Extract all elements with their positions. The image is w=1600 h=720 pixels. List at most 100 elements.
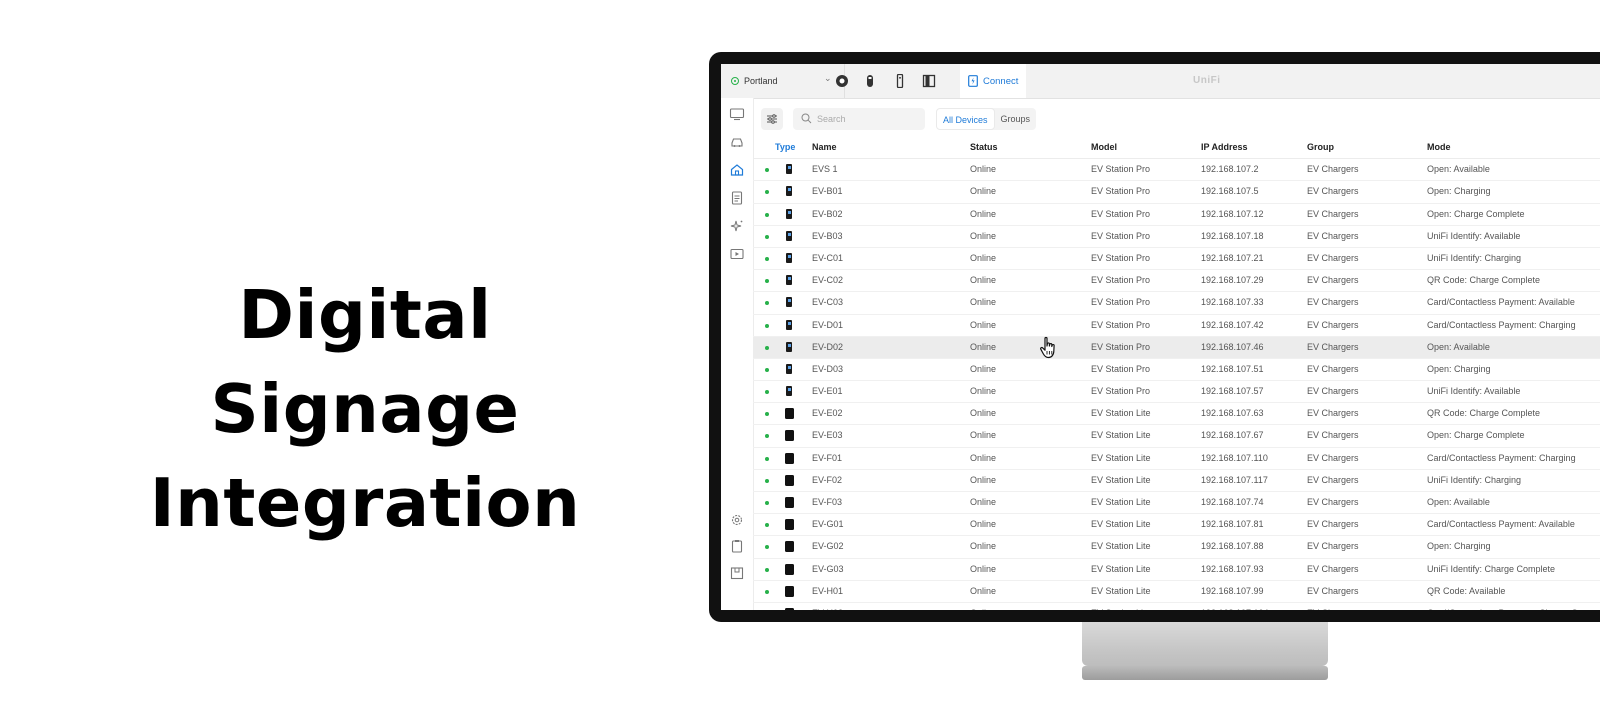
column-header-name[interactable]: Name bbox=[812, 137, 837, 158]
device-name: EV-D03 bbox=[812, 363, 844, 374]
device-status: Online bbox=[970, 563, 997, 574]
device-ip-address: 192.168.107.74 bbox=[1201, 497, 1264, 507]
clipboard-icon[interactable] bbox=[729, 538, 745, 554]
home-icon[interactable] bbox=[729, 162, 745, 178]
device-status: Online bbox=[970, 208, 997, 219]
table-row[interactable]: EV-D01 Online EV Station Pro 192.168.107.42… bbox=[753, 315, 1600, 337]
device-ip-address: 192.168.107.88 bbox=[1201, 541, 1264, 552]
store-icon[interactable] bbox=[729, 565, 745, 581]
device-ip-address: 192.168.107.12 bbox=[1201, 208, 1264, 219]
document-icon[interactable] bbox=[729, 190, 745, 206]
doorbell-app-icon[interactable] bbox=[863, 74, 877, 88]
ev-station-lite-icon bbox=[785, 585, 794, 597]
device-status: Online bbox=[970, 386, 997, 397]
table-row[interactable]: EV-E03 Online EV Station Lite 192.168.107.6… bbox=[753, 425, 1600, 448]
device-group: EV Chargers bbox=[1307, 186, 1359, 197]
monitor-stand bbox=[1082, 622, 1328, 666]
table-row[interactable]: EV-F02 Online EV Station Lite 192.168.107.1… bbox=[753, 470, 1600, 492]
column-header-mode[interactable]: Mode bbox=[1427, 137, 1451, 158]
tab-all-devices[interactable]: All Devices bbox=[936, 108, 995, 130]
device-name: EV-H01 bbox=[812, 585, 844, 596]
headline-line-1: Digital Signage bbox=[210, 276, 520, 448]
device-name: EV-F01 bbox=[812, 452, 843, 463]
table-row[interactable]: EV-B01 Online EV Station Pro 192.168.107.5 E… bbox=[753, 181, 1600, 204]
table-row[interactable]: EV-H02 Online EV Station Lite 192.168.107.1… bbox=[753, 603, 1600, 610]
table-row[interactable]: EV-C01 Online EV Station Pro 192.168.107.21… bbox=[753, 248, 1600, 271]
table-row[interactable]: EV-C03 Online EV Station Pro 192.168.107.33… bbox=[753, 292, 1600, 315]
device-ip-address: 192.168.107.33 bbox=[1201, 297, 1264, 308]
device-ip-address: 192.168.107.2 bbox=[1201, 164, 1259, 175]
device-mode: UniFi Identify: Available bbox=[1427, 386, 1521, 397]
site-selector[interactable]: Portland bbox=[731, 75, 826, 87]
column-header-group[interactable]: Group bbox=[1307, 137, 1334, 158]
device-ip-address: 192.168.107.5 bbox=[1201, 186, 1259, 197]
media-icon[interactable] bbox=[729, 246, 745, 262]
sparkle-icon[interactable] bbox=[729, 218, 745, 234]
ev-station-pro-icon bbox=[786, 363, 792, 374]
table-row[interactable]: EV-G02 Online EV Station Lite 192.168.107.8… bbox=[753, 536, 1600, 559]
device-mode: UniFi Identify: Charging bbox=[1427, 474, 1522, 485]
device-model: EV Station Lite bbox=[1091, 585, 1151, 596]
tab-connect[interactable]: Connect bbox=[960, 64, 1026, 98]
device-group: EV Chargers bbox=[1307, 603, 1359, 610]
ev-station-pro-icon bbox=[786, 319, 792, 330]
device-status: Online bbox=[970, 164, 997, 175]
search-input[interactable] bbox=[793, 108, 925, 130]
hand-cursor-icon bbox=[1040, 336, 1055, 359]
table-row[interactable]: EV-E02 Online EV Station Lite 192.168.107.6… bbox=[753, 403, 1600, 426]
device-name: EV-D01 bbox=[812, 319, 844, 330]
table-row[interactable]: EV-B03 Online EV Station Pro 192.168.107.18… bbox=[753, 226, 1600, 248]
device-model: EV Station Pro bbox=[1091, 363, 1151, 374]
car-icon[interactable] bbox=[729, 134, 745, 150]
filter-button[interactable] bbox=[761, 108, 783, 130]
ev-station-pro-icon bbox=[786, 297, 792, 308]
table-row[interactable]: EV-C02 Online EV Station Pro 192.168.107.29… bbox=[753, 270, 1600, 293]
table-row[interactable]: EV-D03 Online EV Station Pro 192.168.107.51… bbox=[753, 359, 1600, 382]
column-header-type[interactable]: Type bbox=[775, 137, 795, 158]
table-header: Type Name Status Model IP Address Group … bbox=[753, 137, 1600, 160]
tab-groups[interactable]: Groups bbox=[995, 108, 1037, 130]
ev-station-lite-icon bbox=[785, 430, 794, 442]
device-group: EV Chargers bbox=[1307, 297, 1359, 308]
table-row[interactable]: EV-D02 Online EV Station Pro 192.168.107.46… bbox=[753, 336, 1600, 359]
device-model: EV Station Lite bbox=[1091, 408, 1151, 419]
column-header-ip-address[interactable]: IP Address bbox=[1201, 137, 1248, 158]
gear-icon[interactable] bbox=[729, 512, 745, 528]
camera-app-icon[interactable] bbox=[835, 74, 849, 88]
door-app-icon[interactable] bbox=[922, 74, 936, 88]
device-model: EV Station Pro bbox=[1091, 164, 1151, 175]
table-row[interactable]: EV-F03 Online EV Station Lite 192.168.107.7… bbox=[753, 492, 1600, 515]
device-status: Online bbox=[970, 230, 997, 241]
device-name: EV-C01 bbox=[812, 252, 844, 263]
table-row[interactable]: EV-B02 Online EV Station Pro 192.168.107.12… bbox=[753, 204, 1600, 226]
device-name: EVS 1 bbox=[812, 164, 838, 175]
device-name: EV-B01 bbox=[812, 186, 843, 197]
ev-station-lite-icon bbox=[785, 541, 794, 553]
device-mode: Open: Charging bbox=[1427, 186, 1491, 197]
online-status-icon bbox=[765, 545, 769, 550]
device-ip-address: 192.168.107.67 bbox=[1201, 430, 1264, 441]
online-status-icon bbox=[765, 523, 769, 528]
column-header-status[interactable]: Status bbox=[970, 137, 998, 158]
table-row[interactable]: EV-F01 Online EV Station Lite 192.168.107.1… bbox=[753, 448, 1600, 470]
table-row[interactable]: EV-G01 Online EV Station Lite 192.168.107.8… bbox=[753, 514, 1600, 537]
device-group: EV Chargers bbox=[1307, 230, 1359, 241]
reader-app-icon[interactable] bbox=[893, 74, 907, 88]
table-row[interactable]: EV-E01 Online EV Station Pro 192.168.107.57… bbox=[753, 381, 1600, 404]
online-status-icon bbox=[765, 256, 769, 261]
device-model: EV Station Lite bbox=[1091, 452, 1151, 463]
monitor-icon[interactable] bbox=[729, 106, 745, 122]
chevron-down-icon[interactable]: ⌄ bbox=[824, 73, 832, 84]
tab-connect-label: Connect bbox=[983, 75, 1019, 87]
table-row[interactable]: EV-H01 Online EV Station Lite 192.168.107.9… bbox=[753, 581, 1600, 603]
device-ip-address: 192.168.107.99 bbox=[1201, 585, 1264, 596]
device-mode: QR Code: Charge Complete bbox=[1427, 275, 1541, 286]
device-name: EV-G03 bbox=[812, 563, 844, 574]
table-row[interactable]: EVS 1 Online EV Station Pro 192.168.107.2 EV… bbox=[753, 159, 1600, 182]
column-header-model[interactable]: Model bbox=[1091, 137, 1117, 158]
table-row[interactable]: EV-G03 Online EV Station Lite 192.168.107.9… bbox=[753, 559, 1600, 581]
device-group: EV Chargers bbox=[1307, 585, 1359, 596]
site-name: Portland bbox=[744, 76, 778, 86]
devices-table: Type Name Status Model IP Address Group … bbox=[753, 137, 1600, 610]
device-name: EV-C03 bbox=[812, 297, 844, 308]
